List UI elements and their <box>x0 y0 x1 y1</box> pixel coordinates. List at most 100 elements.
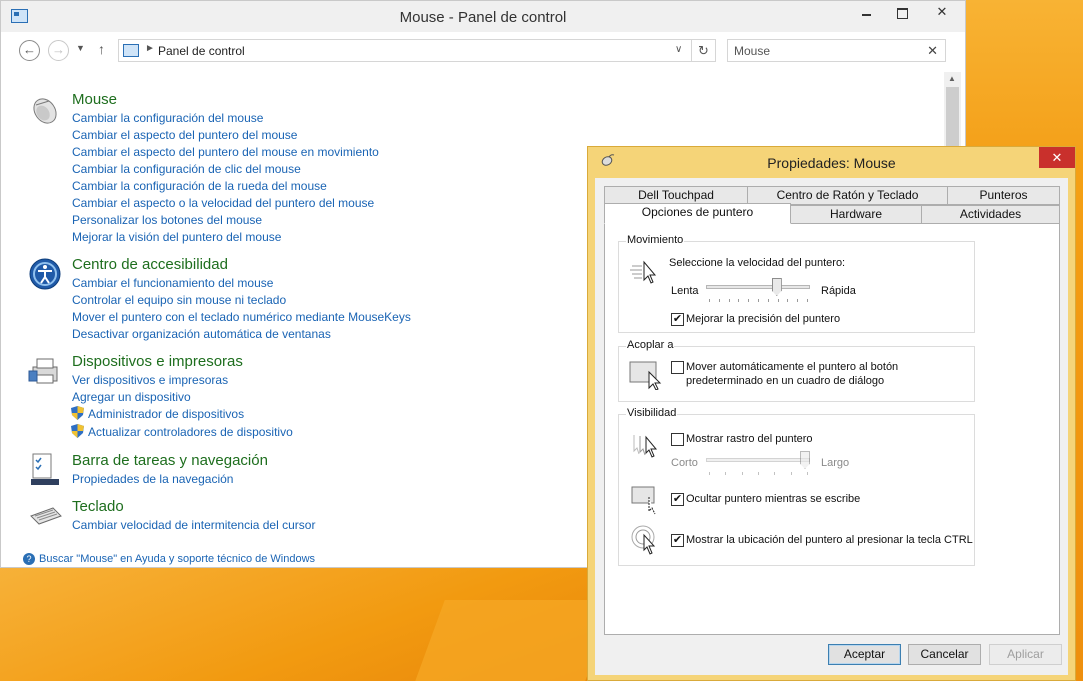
printer-icon <box>28 358 58 384</box>
refresh-button[interactable]: ↻ <box>691 40 715 61</box>
tab-activities[interactable]: Actividades <box>921 205 1060 224</box>
group-label: Visibilidad <box>626 407 678 419</box>
pointer-speed-slider-thumb[interactable] <box>771 278 782 296</box>
hide-while-typing-checkbox[interactable]: ✔ <box>671 493 684 506</box>
group-label: Movimiento <box>626 234 685 246</box>
group-motion: Movimiento Seleccione la velocidad del p… <box>618 234 975 333</box>
slider-tick <box>767 299 769 302</box>
slider-tick <box>758 299 759 302</box>
breadcrumb[interactable]: Panel de control <box>158 44 245 58</box>
maximize-button[interactable] <box>887 1 917 23</box>
slider-tick <box>758 472 759 475</box>
category-title[interactable]: Dispositivos e impresoras <box>72 353 243 370</box>
link-customize-buttons[interactable]: Personalizar los botones del mouse <box>72 213 262 227</box>
pointer-trails-icon <box>633 435 658 458</box>
snap-to-label-line1[interactable]: Mover automáticamente el puntero al botó… <box>686 361 898 373</box>
breadcrumb-chevron-icon[interactable]: ► <box>145 43 155 54</box>
link-pointer-speed[interactable]: Cambiar el aspecto o la velocidad del pu… <box>72 196 374 210</box>
pointer-options-panel: Movimiento Seleccione la velocidad del p… <box>604 223 1060 635</box>
window-title: Mouse - Panel de control <box>399 9 567 26</box>
category-title[interactable]: Mouse <box>72 91 117 108</box>
category-title[interactable]: Teclado <box>72 498 124 515</box>
up-arrow-icon[interactable]: ↑ <box>98 41 105 57</box>
tab-hardware[interactable]: Hardware <box>790 205 922 224</box>
address-dropdown-icon[interactable]: ∨ <box>675 44 682 55</box>
trail-length-slider-thumb[interactable] <box>800 451 810 469</box>
forward-button[interactable]: → <box>48 40 69 61</box>
link-window-arrange[interactable]: Desactivar organización automática de ve… <box>72 327 331 341</box>
uac-shield-icon <box>71 424 84 438</box>
link-view-devices[interactable]: Ver dispositivos e impresoras <box>72 373 228 387</box>
link-navigation-properties[interactable]: Propiedades de la navegación <box>72 472 233 486</box>
hide-while-typing-icon <box>631 486 656 515</box>
link-no-mouse-keyboard[interactable]: Controlar el equipo sin mouse ni teclado <box>72 293 286 307</box>
link-mousekeys[interactable]: Mover el puntero con el teclado numérico… <box>72 310 411 324</box>
slider-tick <box>777 299 779 302</box>
slider-tick <box>725 472 727 475</box>
recent-locations-chevron-icon[interactable]: ▼ <box>76 43 85 53</box>
link-click-settings[interactable]: Cambiar la configuración de clic del mou… <box>72 162 301 176</box>
slider-ticks <box>709 472 808 476</box>
snap-to-label-line2[interactable]: predeterminado en un cuadro de diálogo <box>686 375 884 387</box>
category-title[interactable]: Centro de accesibilidad <box>72 256 228 273</box>
desktop-wallpaper-corner <box>965 0 1083 148</box>
close-button[interactable]: ✕ <box>922 1 962 23</box>
clear-search-icon[interactable]: ✕ <box>927 43 938 59</box>
desktop-wallpaper-accent <box>415 600 615 681</box>
link-device-manager[interactable]: Administrador de dispositivos <box>88 407 244 421</box>
slider-tick <box>774 472 776 475</box>
help-search-text[interactable]: Buscar "Mouse" en Ayuda y soporte técnic… <box>39 553 315 565</box>
link-add-device[interactable]: Agregar un dispositivo <box>72 390 191 404</box>
hide-while-typing-label[interactable]: Ocultar puntero mientras se escribe <box>686 493 860 505</box>
trail-long-label: Largo <box>821 457 850 469</box>
speed-prompt: Seleccione la velocidad del puntero: <box>669 257 846 269</box>
dialog-body: Dell Touchpad Centro de Ratón y Teclado … <box>595 178 1068 675</box>
navigation-bar: ← → ▼ ↑ ► Panel de control ∨ ↻ Mouse ✕ <box>1 32 965 72</box>
back-button[interactable]: ← <box>19 40 40 61</box>
close-button[interactable]: ✕ <box>1039 147 1075 168</box>
link-mouse-operation[interactable]: Cambiar el funcionamiento del mouse <box>72 276 273 290</box>
link-wheel-settings[interactable]: Cambiar la configuración de la rueda del… <box>72 179 327 193</box>
address-bar[interactable]: ► Panel de control ∨ ↻ <box>118 39 716 62</box>
trail-length-slider[interactable] <box>706 458 810 462</box>
link-mouse-settings[interactable]: Cambiar la configuración del mouse <box>72 111 263 125</box>
snap-to-checkbox[interactable] <box>671 361 684 374</box>
precision-checkbox[interactable]: ✔ <box>671 313 684 326</box>
link-pointer-visibility[interactable]: Mejorar la visión del puntero del mouse <box>72 230 281 244</box>
link-cursor-blink-rate[interactable]: Cambiar velocidad de intermitencia del c… <box>72 518 315 532</box>
precision-label[interactable]: Mejorar la precisión del puntero <box>686 313 840 325</box>
show-location-ctrl-label[interactable]: Mostrar la ubicación del puntero al pres… <box>686 534 973 546</box>
slider-tick <box>709 299 710 302</box>
keyboard-icon <box>30 507 62 525</box>
category-title[interactable]: Barra de tareas y navegación <box>72 452 268 469</box>
link-pointer-moving[interactable]: Cambiar el aspecto del puntero del mouse… <box>72 145 379 159</box>
dialog-title-bar[interactable]: Propiedades: Mouse ✕ <box>588 147 1075 178</box>
ok-button[interactable]: Aceptar <box>828 644 901 665</box>
slider-tick <box>738 299 740 302</box>
pointer-speed-slider[interactable] <box>706 285 810 289</box>
trail-short-label: Corto <box>671 457 698 469</box>
search-input[interactable]: Mouse ✕ <box>727 39 946 62</box>
apply-button[interactable]: Aplicar <box>989 644 1062 665</box>
speed-slow-label: Lenta <box>671 285 699 297</box>
show-location-icon <box>631 525 656 555</box>
pointer-trails-label[interactable]: Mostrar rastro del puntero <box>686 433 813 445</box>
slider-ticks <box>709 299 808 303</box>
slider-tick <box>787 299 789 302</box>
show-location-ctrl-checkbox[interactable]: ✔ <box>671 534 684 547</box>
help-search-link[interactable]: ? Buscar "Mouse" en Ayuda y soporte técni… <box>23 553 315 566</box>
link-pointer-appearance[interactable]: Cambiar el aspecto del puntero del mouse <box>72 128 297 142</box>
tab-pointers[interactable]: Punteros <box>947 186 1060 205</box>
search-value[interactable]: Mouse <box>734 44 770 58</box>
pointer-trails-checkbox[interactable] <box>671 433 684 446</box>
tab-pointer-options[interactable]: Opciones de puntero <box>604 203 791 224</box>
cancel-button[interactable]: Cancelar <box>908 644 981 665</box>
minimize-button[interactable] <box>852 1 882 23</box>
scroll-up-arrow-icon[interactable]: ▲ <box>948 74 956 83</box>
group-snap-to: Acoplar a Mover automáticamente el punte… <box>618 339 975 402</box>
help-icon: ? <box>23 553 35 566</box>
speed-fast-label: Rápida <box>821 285 856 297</box>
title-bar[interactable]: Mouse - Panel de control ✕ <box>1 1 965 32</box>
link-update-drivers[interactable]: Actualizar controladores de dispositivo <box>88 425 293 439</box>
mouse-icon <box>33 98 57 124</box>
